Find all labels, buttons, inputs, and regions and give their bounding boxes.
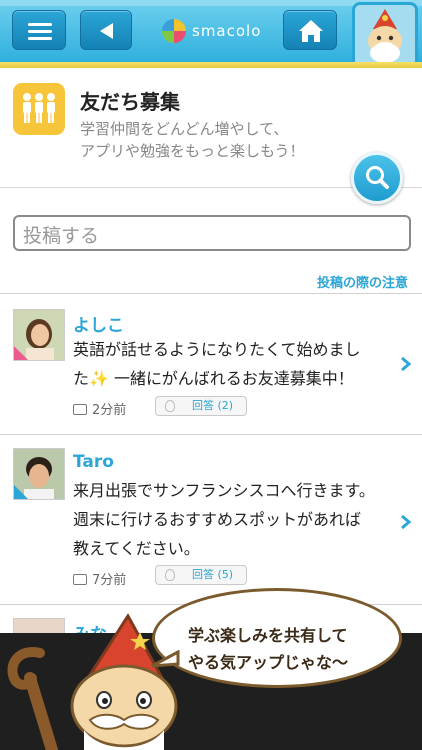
post-line: 来月出張でサンフランシスコへ行きます。 — [73, 481, 375, 500]
chevron-right-icon — [401, 356, 412, 372]
post-author[interactable]: Taro — [73, 452, 114, 472]
post-line: 英語が話せるようになりたくて始めまし — [73, 340, 361, 359]
lightbulb-icon — [165, 569, 175, 581]
home-button[interactable] — [283, 10, 337, 50]
list-item[interactable]: Taro 来月出張でサンフランシスコへ行きます。 週末に行けるおすすめスポットが… — [0, 434, 422, 604]
post-time-text: 2分前 — [92, 403, 127, 418]
reply-count-button[interactable]: 回答 (5) — [155, 565, 247, 585]
post-time: 2分前 — [73, 399, 126, 418]
post-line: 教えてください。 — [73, 539, 200, 558]
posting-guidelines-link[interactable]: 投稿の際の注意 — [317, 272, 408, 291]
post-input[interactable]: 投稿する — [13, 215, 411, 251]
page-title: 友だち募集 — [80, 90, 180, 114]
app-logo: smacolo — [162, 19, 262, 45]
speech-tail-icon — [151, 650, 180, 668]
search-button[interactable] — [351, 152, 403, 204]
mascot-line: 学ぶ楽しみを共有して — [188, 626, 348, 645]
page-description: 学習仲間をどんどん増やして、 アプリや勉強をもっと楽しもう！ — [80, 118, 305, 162]
back-arrow-icon — [100, 23, 113, 39]
reply-count-label: 回答 (5) — [192, 568, 234, 581]
gender-marker — [14, 485, 28, 499]
mascot-line: やる気アップじゃな〜 — [188, 653, 349, 672]
post-author[interactable]: よしこ — [73, 311, 124, 336]
reply-count-label: 回答 (2) — [192, 399, 234, 412]
menu-button[interactable] — [12, 10, 66, 50]
description-line-2: アプリや勉強をもっと楽しもう！ — [80, 142, 305, 160]
user-avatar[interactable] — [352, 2, 418, 68]
post-body: 来月出張でサンフランシスコへ行きます。 週末に行けるおすすめスポットがあれば 教… — [73, 476, 393, 563]
back-button[interactable] — [80, 10, 132, 50]
post-body: 英語が話せるようになりたくて始めまし た✨ 一緒にがんばれるお友達募集中！ — [73, 335, 393, 393]
comment-icon — [73, 574, 87, 585]
wizard-avatar-icon — [355, 5, 415, 65]
avatar — [13, 309, 65, 361]
description-line-1: 学習仲間をどんどん増やして、 — [80, 120, 289, 138]
search-icon — [366, 166, 389, 189]
top-bar: smacolo — [0, 0, 422, 68]
post-line: 週末に行けるおすすめスポットがあれば — [73, 510, 362, 529]
comment-icon — [73, 404, 87, 415]
header-accent-strip — [0, 62, 422, 68]
logo-mark-icon — [162, 19, 186, 43]
list-item[interactable]: よしこ 英語が話せるようになりたくて始めまし た✨ 一緒にがんばれるお友達募集中… — [0, 293, 422, 433]
post-time-text: 7分前 — [92, 573, 127, 588]
friends-group-icon — [13, 83, 65, 135]
gender-marker — [14, 346, 28, 360]
mascot-message: 学ぶ楽しみを共有して やる気アップじゃな〜 — [188, 622, 348, 676]
logo-text: smacolo — [192, 22, 262, 40]
avatar — [13, 448, 65, 500]
reply-count-button[interactable]: 回答 (2) — [155, 396, 247, 416]
lightbulb-icon — [165, 400, 175, 412]
post-time: 7分前 — [73, 569, 126, 588]
post-line: た✨ 一緒にがんばれるお友達募集中！ — [73, 369, 354, 388]
chevron-right-icon — [401, 514, 412, 530]
home-icon — [299, 20, 323, 42]
